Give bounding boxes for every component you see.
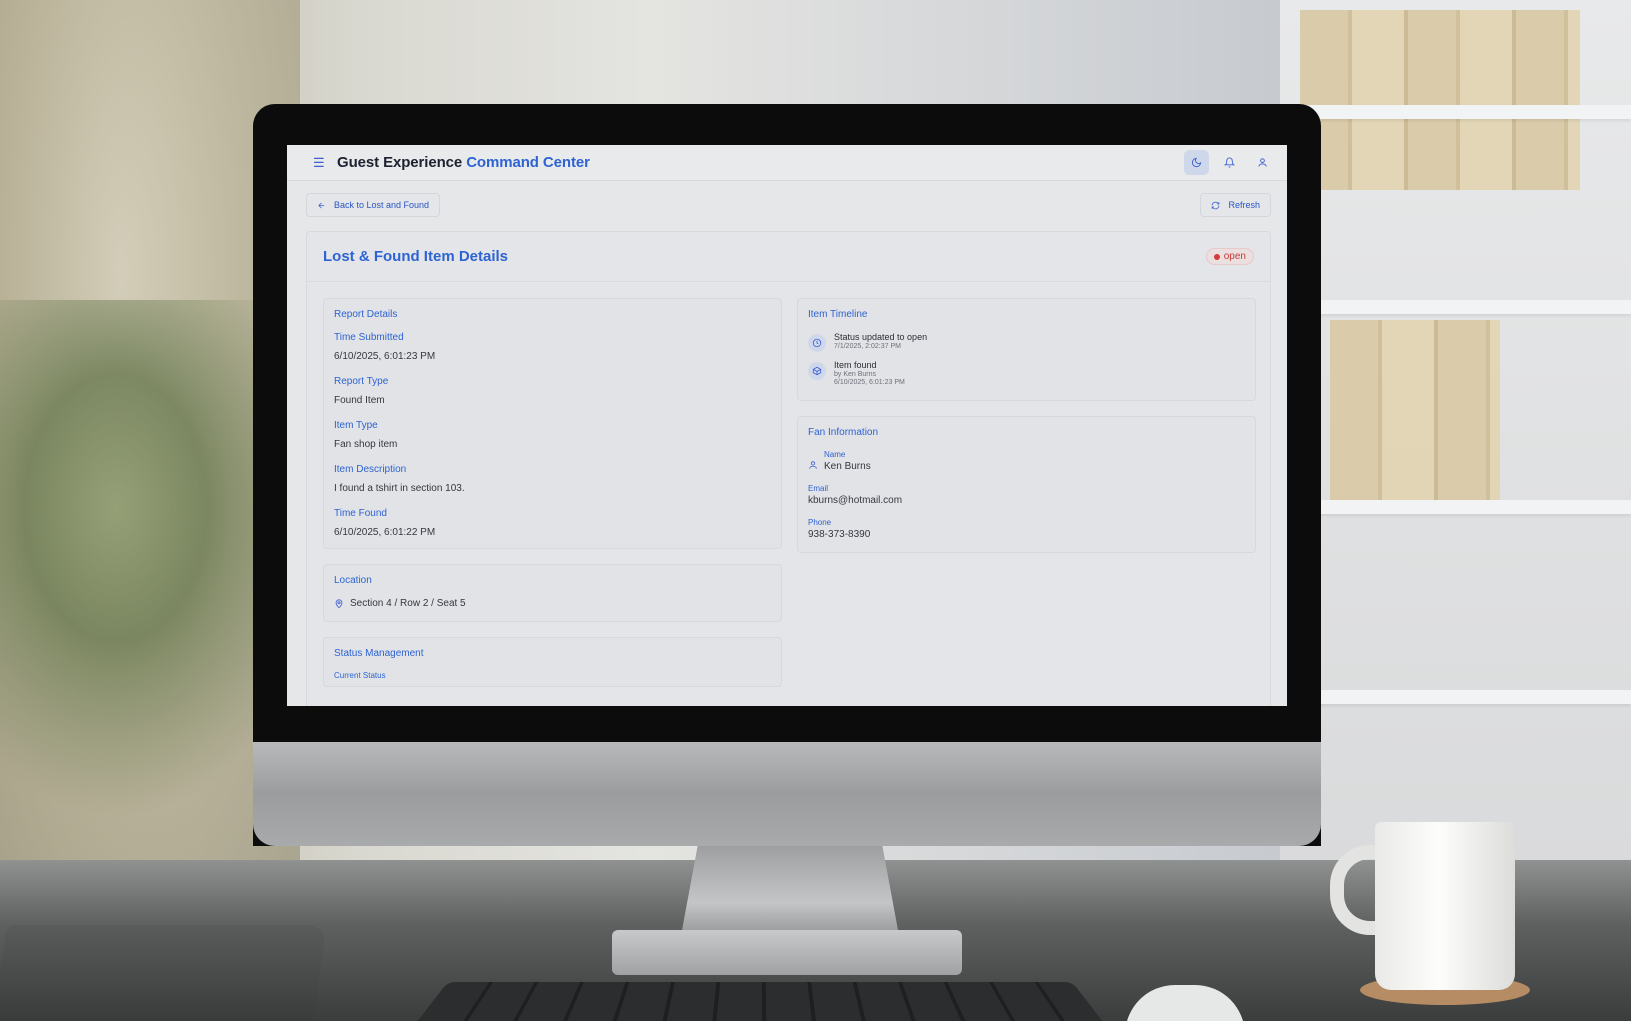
shelf-board [1280, 300, 1631, 314]
item-description-value: I found a tshirt in section 103. [334, 483, 771, 494]
report-type-label: Report Type [334, 376, 771, 387]
app-title: Guest Experience Command Center [337, 154, 590, 171]
item-type-value: Fan shop item [334, 439, 771, 450]
item-type-label: Item Type [334, 420, 771, 431]
timeline-item-time: 6/10/2025, 6:01:23 PM [834, 379, 905, 386]
user-icon [1257, 157, 1268, 168]
card-body: Report Details Time Submitted 6/10/2025,… [307, 282, 1270, 687]
refresh-button[interactable]: Refresh [1200, 193, 1271, 217]
fan-information-title: Fan Information [808, 427, 1245, 438]
clock-icon [808, 334, 826, 352]
monitor-stand [680, 846, 900, 941]
location-title: Location [334, 575, 771, 586]
topbar-actions [1184, 150, 1275, 175]
monitor-stand-base [612, 930, 962, 975]
location-value: Section 4 / Row 2 / Seat 5 [350, 598, 466, 609]
mug [1375, 822, 1515, 990]
theme-toggle-button[interactable] [1184, 150, 1209, 175]
shelf-board [1280, 105, 1631, 119]
report-type-value: Found Item [334, 395, 771, 406]
top-bar: ☰ Guest Experience Command Center [287, 145, 1287, 181]
app-title-main: Guest Experience [337, 154, 462, 171]
timeline-item-title: Status updated to open [834, 332, 927, 342]
fan-information-panel: Fan Information Name Ken Burns Email kbu… [797, 416, 1256, 553]
notebook [0, 925, 327, 1021]
status-badge-label: open [1224, 251, 1246, 262]
right-column: Item Timeline Status updated to open 7/1… [797, 298, 1256, 687]
books [1330, 320, 1500, 500]
status-management-panel: Status Management Current Status [323, 637, 782, 687]
back-button-label: Back to Lost and Found [334, 200, 429, 210]
time-submitted-label: Time Submitted [334, 332, 771, 343]
time-submitted-value: 6/10/2025, 6:01:23 PM [334, 351, 771, 362]
timeline-item-by: by Ken Burns [834, 371, 905, 378]
moon-icon [1191, 157, 1202, 168]
left-column: Report Details Time Submitted 6/10/2025,… [323, 298, 782, 687]
location-row: Section 4 / Row 2 / Seat 5 [334, 598, 771, 609]
hamburger-menu-icon[interactable]: ☰ [313, 155, 325, 171]
user-icon [808, 460, 818, 470]
screen: ☰ Guest Experience Command Center Back t… [287, 145, 1287, 706]
timeline-item-title: Item found [834, 360, 905, 370]
fan-email-value: kburns@hotmail.com [808, 495, 1245, 506]
report-details-title: Report Details [334, 309, 771, 320]
page-title: Lost & Found Item Details [323, 248, 508, 265]
fan-email-label: Email [808, 484, 1245, 493]
timeline-item: Status updated to open 7/1/2025, 2:02:37… [808, 332, 1245, 352]
status-badge: open [1206, 248, 1254, 265]
shelf-board [1280, 690, 1631, 704]
time-found-value: 6/10/2025, 6:01:22 PM [334, 527, 771, 538]
status-dot-icon [1214, 254, 1220, 260]
app-title-accent: Command Center [466, 154, 590, 171]
back-button[interactable]: Back to Lost and Found [306, 193, 440, 217]
timeline-panel: Item Timeline Status updated to open 7/1… [797, 298, 1256, 401]
time-found-label: Time Found [334, 508, 771, 519]
refresh-icon [1211, 201, 1220, 210]
keyboard [410, 982, 1110, 1021]
card-header: Lost & Found Item Details open [307, 232, 1270, 282]
monitor-chin [253, 742, 1321, 846]
timeline-item-time: 7/1/2025, 2:02:37 PM [834, 343, 927, 350]
fan-name-value: Ken Burns [824, 461, 871, 472]
fan-phone-label: Phone [808, 518, 1245, 527]
status-management-title: Status Management [334, 648, 771, 659]
item-details-card: Lost & Found Item Details open Report De… [306, 231, 1271, 706]
fan-name-label: Name [824, 450, 871, 459]
timeline-item: Item found by Ken Burns 6/10/2025, 6:01:… [808, 360, 1245, 386]
notifications-button[interactable] [1217, 150, 1242, 175]
bell-icon [1224, 157, 1235, 168]
map-pin-icon [334, 599, 344, 609]
report-details-panel: Report Details Time Submitted 6/10/2025,… [323, 298, 782, 549]
fan-phone-value: 938-373-8390 [808, 529, 1245, 540]
location-panel: Location Section 4 / Row 2 / Seat 5 [323, 564, 782, 622]
content: Back to Lost and Found Refresh Lost & Fo… [287, 181, 1287, 706]
item-description-label: Item Description [334, 464, 771, 475]
user-menu-button[interactable] [1250, 150, 1275, 175]
arrow-left-icon [317, 201, 326, 210]
fan-name-row: Name Ken Burns [808, 450, 1245, 484]
timeline-title: Item Timeline [808, 309, 1245, 320]
current-status-label: Current Status [334, 671, 771, 680]
box-icon [808, 362, 826, 380]
refresh-button-label: Refresh [1228, 200, 1260, 210]
shelf-board [1280, 500, 1631, 514]
books [1300, 10, 1580, 190]
action-row: Back to Lost and Found Refresh [306, 193, 1271, 217]
